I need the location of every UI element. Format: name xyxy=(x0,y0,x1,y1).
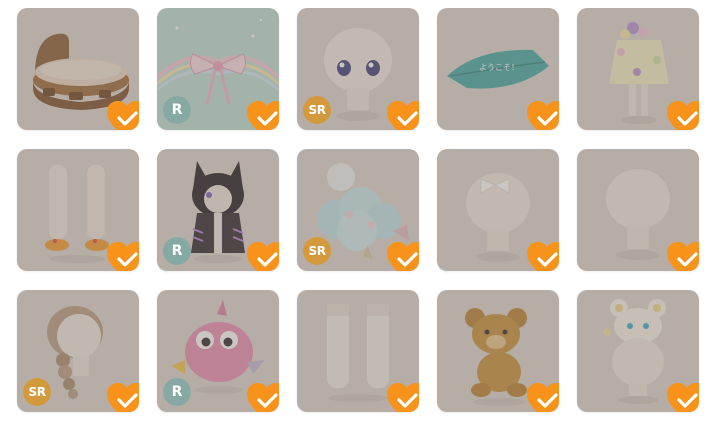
owned-heart-check-icon xyxy=(387,242,419,271)
owned-heart-check-icon xyxy=(527,383,559,412)
owned-heart-check-icon xyxy=(247,383,279,412)
item-tile[interactable] xyxy=(577,8,699,130)
owned-heart-check-icon xyxy=(527,101,559,130)
rarity-badge: R xyxy=(163,378,191,406)
item-tile[interactable]: SR xyxy=(297,149,419,271)
owned-heart-check-icon xyxy=(387,101,419,130)
owned-heart-check-icon xyxy=(107,242,139,271)
item-tile[interactable] xyxy=(17,149,139,271)
item-tile[interactable]: SR xyxy=(17,290,139,412)
leaf-sign-text: ようこそ！ xyxy=(479,63,519,72)
owned-heart-check-icon xyxy=(247,101,279,130)
rarity-badge: R xyxy=(163,237,191,265)
item-tile[interactable] xyxy=(437,290,559,412)
owned-heart-check-icon xyxy=(387,383,419,412)
item-tile[interactable] xyxy=(17,8,139,130)
item-tile[interactable]: R xyxy=(157,8,279,130)
item-tile[interactable]: ようこそ！ xyxy=(437,8,559,130)
item-tile[interactable] xyxy=(297,290,419,412)
owned-heart-check-icon xyxy=(667,101,699,130)
item-tile[interactable]: R xyxy=(157,149,279,271)
item-tile[interactable] xyxy=(437,149,559,271)
rarity-badge: SR xyxy=(23,378,51,406)
item-grid: R SR ようこそ！ R SR SR R xyxy=(17,8,699,412)
owned-heart-check-icon xyxy=(247,242,279,271)
item-tile[interactable]: R xyxy=(157,290,279,412)
owned-heart-check-icon xyxy=(667,383,699,412)
rarity-badge: SR xyxy=(303,96,331,124)
owned-heart-check-icon xyxy=(107,101,139,130)
item-tile[interactable] xyxy=(577,149,699,271)
rarity-badge: SR xyxy=(303,237,331,265)
item-tile[interactable] xyxy=(577,290,699,412)
owned-heart-check-icon xyxy=(527,242,559,271)
owned-heart-check-icon xyxy=(667,242,699,271)
owned-heart-check-icon xyxy=(107,383,139,412)
item-tile[interactable]: SR xyxy=(297,8,419,130)
rarity-badge: R xyxy=(163,96,191,124)
